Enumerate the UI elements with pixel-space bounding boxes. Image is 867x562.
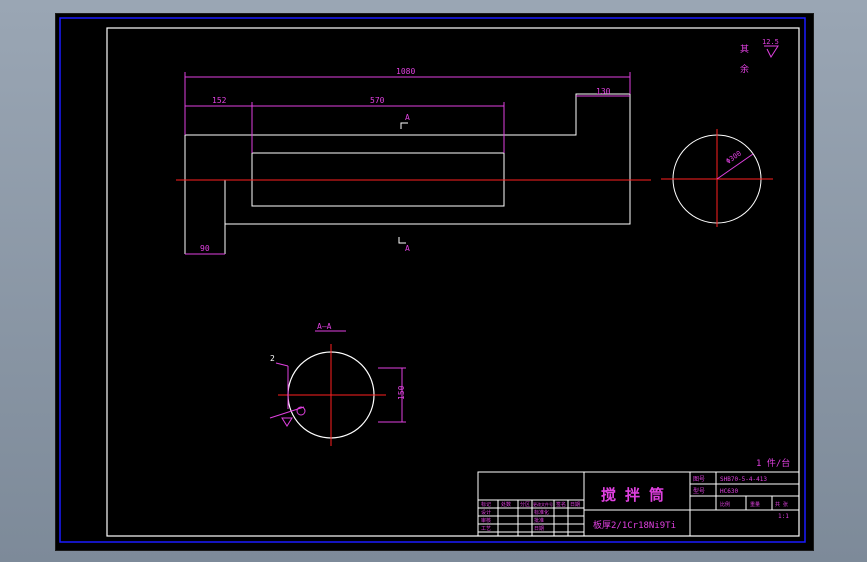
cad-drawing: 1080 152 570 130 90 A A Φ300 A—A 150 2 其… [59, 17, 806, 543]
role-label: 批准 [534, 517, 544, 524]
dim-left-segment: 152 [212, 96, 227, 105]
section-title: A—A [317, 322, 332, 331]
section-view: A—A 150 2 [269, 322, 406, 446]
weld-leader [269, 406, 305, 419]
main-view: 1080 152 570 130 90 A A [176, 67, 651, 255]
section-marker-bottom [398, 237, 406, 244]
quantity-note: 1 件/台 [756, 457, 790, 469]
roughness-value: 12.5 [762, 38, 779, 46]
role-label: 工艺 [481, 526, 491, 532]
role-label: 日期 [534, 526, 544, 532]
section-mark-bottom: A [405, 244, 410, 253]
dim-right-segment: 130 [596, 87, 611, 96]
weight-label: 重量 [750, 501, 760, 508]
part-name: 搅 拌 筒 [601, 486, 664, 504]
dim-overall-length: 1080 [396, 67, 415, 76]
roughness-symbol [764, 45, 779, 59]
section-marker-top [400, 122, 408, 129]
rev-label: 处数 [501, 501, 511, 508]
weld-triangle [281, 417, 293, 427]
rev-label: 日期 [570, 502, 580, 508]
rev-label: 标记 [481, 501, 491, 508]
dim-chamfer: 2 [270, 354, 275, 363]
end-view: Φ300 [661, 129, 773, 227]
rev-label: 更改文件号 [533, 501, 553, 507]
dim-bottom-left: 90 [200, 244, 210, 253]
material-spec: 板厚2/1Cr18Ni9Ti [593, 519, 676, 531]
roughness-note-2: 余 [740, 63, 749, 75]
role-label: 审核 [481, 517, 491, 524]
sheet-label: 共 张 [775, 501, 788, 508]
rev-label: 分区 [520, 501, 530, 508]
inner-border [106, 27, 800, 537]
chamfer-leader [275, 362, 289, 367]
roughness-note-1: 其 [740, 44, 749, 55]
product-label: 型号 [693, 487, 705, 495]
drawing-number-label: 图号 [693, 476, 705, 483]
role-label: 设计 [481, 509, 491, 516]
role-label: 标准化 [534, 509, 549, 516]
drawing-number: SHB70-5-4-413 [720, 476, 767, 483]
title-block: 标记 处数 分区 更改文件号 签名 日期 设计 审核 工艺 标准化 批准 日期 … [477, 471, 800, 537]
section-mark-top: A [405, 113, 410, 122]
dim-middle-segment: 570 [370, 96, 385, 105]
outer-border [59, 17, 806, 543]
rev-label: 签名 [556, 501, 566, 508]
drawing-sheet: 1080 152 570 130 90 A A Φ300 A—A 150 2 其… [55, 13, 814, 551]
scale-value: 1:1 [778, 513, 789, 520]
scale-label: 比例 [720, 501, 730, 508]
product-model: HC630 [720, 488, 738, 495]
dim-section-height: 150 [397, 385, 406, 400]
roughness-note: 其 余 12.5 [740, 38, 779, 75]
